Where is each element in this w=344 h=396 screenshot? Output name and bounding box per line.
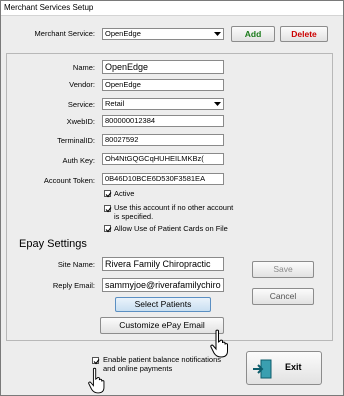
- reply-email-field[interactable]: sammyjoe@riverafamilychiro: [102, 278, 224, 292]
- account-token-field[interactable]: 0B46D10BCE6D530F3581EA: [102, 173, 224, 185]
- patient-cards-checkbox[interactable]: [104, 225, 112, 233]
- select-patients-button[interactable]: Select Patients: [115, 297, 211, 312]
- merchant-service-select[interactable]: OpenEdge: [102, 28, 224, 40]
- service-value: Retail: [105, 99, 125, 108]
- active-checkbox[interactable]: [104, 190, 112, 198]
- add-button[interactable]: Add: [231, 26, 275, 42]
- vendor-select[interactable]: OpenEdge: [102, 79, 224, 91]
- merchant-services-window: Merchant Services Setup Merchant Service…: [0, 0, 344, 396]
- xwebid-field[interactable]: 800000012384: [102, 115, 224, 127]
- name-field[interactable]: OpenEdge: [102, 60, 224, 74]
- terminalid-label: TerminalID:: [57, 136, 95, 145]
- delete-button[interactable]: Delete: [280, 26, 328, 42]
- chevron-down-icon: [214, 102, 221, 106]
- cancel-button[interactable]: Cancel: [252, 288, 314, 305]
- enable-notifications-checkbox[interactable]: [92, 357, 100, 365]
- checkmark-icon: [105, 227, 112, 233]
- name-label: Name:: [72, 63, 95, 72]
- reply-email-label: Reply Email:: [52, 281, 95, 290]
- vendor-label: Vendor:: [69, 80, 95, 89]
- enable-notifications-label-line2: and online payments: [103, 364, 173, 373]
- vendor-value: OpenEdge: [105, 80, 141, 89]
- checkmark-icon: [105, 207, 112, 213]
- auth-key-field[interactable]: Oh4NtGQGCqHUHEILMKBz(: [102, 153, 224, 165]
- checkmark-icon: [93, 359, 100, 365]
- save-button[interactable]: Save: [252, 261, 314, 278]
- enable-notifications-label-line1: Enable patient balance notifications: [103, 355, 222, 364]
- checkmark-icon: [105, 192, 112, 198]
- customize-epay-email-button[interactable]: Customize ePay Email: [100, 317, 224, 334]
- exit-door-icon: [253, 359, 272, 379]
- default-account-label-line2: is specified.: [114, 212, 154, 221]
- site-name-label: Site Name:: [57, 260, 95, 269]
- site-name-field[interactable]: Rivera Family Chiropractic: [102, 257, 224, 271]
- epay-settings-heading: Epay Settings: [19, 238, 87, 250]
- hand-cursor-icon: [88, 367, 105, 394]
- account-token-label: Account Token:: [43, 176, 95, 185]
- exit-button[interactable]: Exit: [246, 351, 322, 385]
- xwebid-label: XwebID:: [66, 117, 95, 126]
- patient-cards-label: Allow Use of Patient Cards on File: [114, 224, 228, 233]
- service-select[interactable]: Retail: [102, 98, 224, 110]
- merchant-service-label: Merchant Service:: [34, 29, 95, 38]
- terminalid-field[interactable]: 80027592: [102, 134, 224, 146]
- chevron-down-icon: [214, 32, 221, 36]
- default-account-checkbox[interactable]: [104, 205, 112, 213]
- default-account-label-line1: Use this account if no other account: [114, 203, 234, 212]
- merchant-service-value: OpenEdge: [105, 29, 141, 38]
- service-label: Service:: [67, 100, 95, 109]
- active-checkbox-label: Active: [114, 189, 135, 198]
- exit-label: Exit: [285, 362, 302, 372]
- window-title: Merchant Services Setup: [1, 1, 343, 16]
- auth-key-label: Auth Key:: [62, 156, 95, 165]
